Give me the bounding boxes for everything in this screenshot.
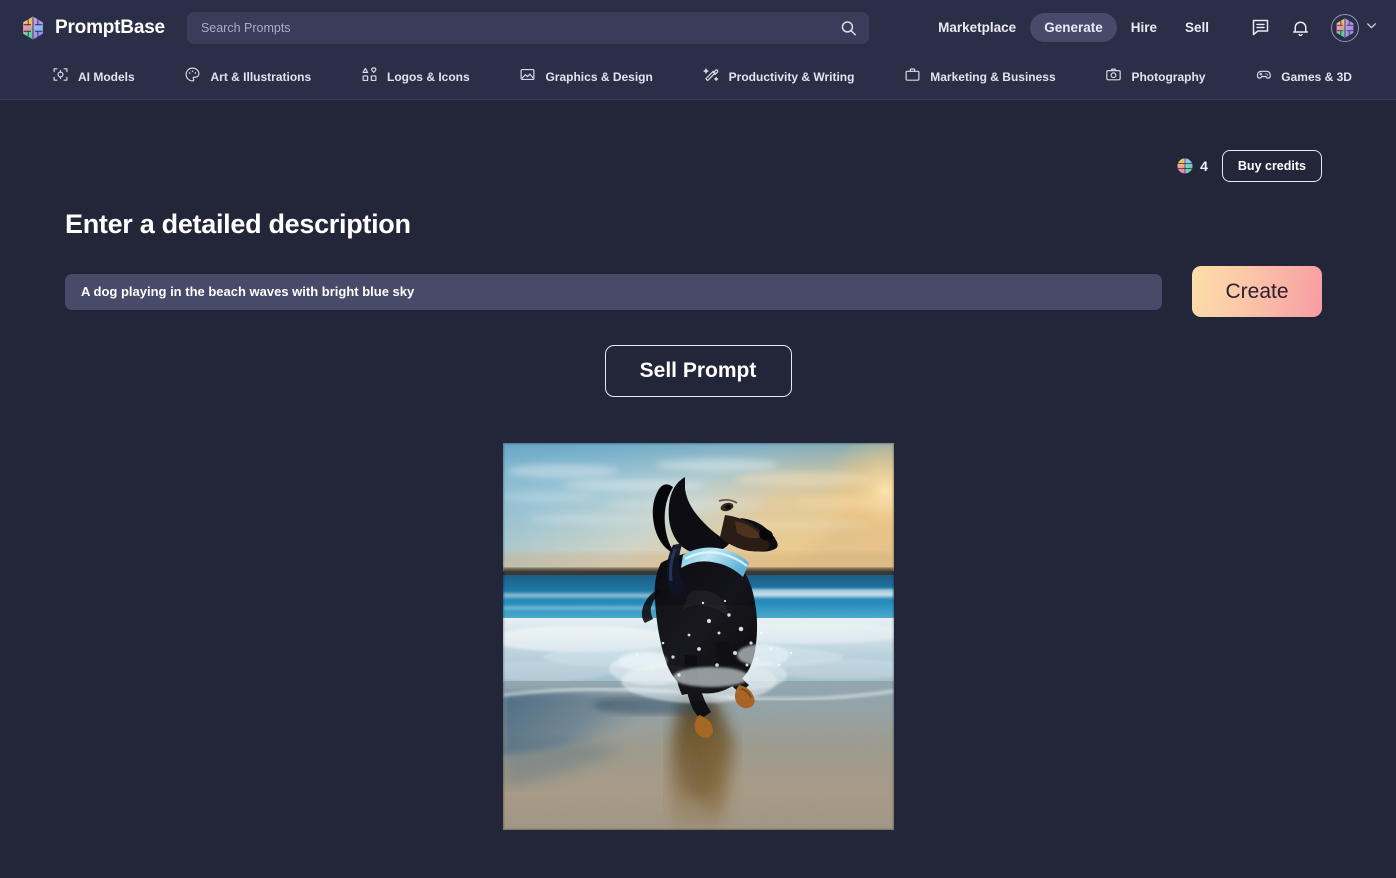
category-games-3d[interactable]: Games & 3D — [1255, 66, 1352, 88]
palette-icon — [184, 66, 201, 88]
category-logos-icons[interactable]: Logos & Icons — [361, 66, 470, 88]
ai-models-icon — [52, 66, 69, 88]
brand-name: PromptBase — [55, 17, 165, 39]
category-label: AI Models — [78, 70, 135, 84]
image-icon — [519, 66, 536, 88]
pen-sparkle-icon — [703, 66, 720, 88]
main-content: 4 Buy credits Enter a detailed descripti… — [0, 143, 1396, 830]
nav-link-generate[interactable]: Generate — [1030, 13, 1117, 42]
nav-link-sell[interactable]: Sell — [1171, 13, 1223, 42]
gamepad-icon — [1255, 66, 1272, 88]
shapes-icon — [361, 66, 378, 88]
camera-icon — [1105, 66, 1122, 88]
generated-image[interactable] — [503, 443, 894, 830]
sell-prompt-button[interactable]: Sell Prompt — [605, 345, 792, 397]
credit-coin-icon — [1177, 158, 1193, 174]
briefcase-icon — [904, 66, 921, 88]
create-button[interactable]: Create — [1192, 266, 1322, 317]
credits-balance: 4 — [1177, 158, 1208, 174]
search-input[interactable] — [187, 12, 869, 44]
credits-bar: 4 Buy credits — [0, 143, 1396, 189]
brand-home-link[interactable]: PromptBase — [20, 15, 165, 41]
category-productivity-writing[interactable]: Productivity & Writing — [703, 66, 855, 88]
avatar[interactable] — [1331, 14, 1359, 42]
category-nav: AI Models Art & Illustrations — [0, 55, 1396, 99]
site-header: PromptBase Marketplace Generate Hire Sel… — [0, 0, 1396, 100]
brain-logo-icon — [20, 15, 46, 41]
category-label: Marketing & Business — [930, 70, 1055, 84]
category-label: Photography — [1131, 70, 1205, 84]
sell-prompt-row: Sell Prompt — [0, 345, 1396, 397]
category-art-illustrations[interactable]: Art & Illustrations — [184, 66, 311, 88]
category-marketing-business[interactable]: Marketing & Business — [904, 66, 1055, 88]
chevron-down-icon[interactable] — [1365, 19, 1378, 37]
credits-count-value: 4 — [1200, 158, 1208, 174]
nav-link-hire[interactable]: Hire — [1117, 13, 1171, 42]
nav-link-marketplace[interactable]: Marketplace — [924, 13, 1030, 42]
result-image-container — [0, 443, 1396, 830]
buy-credits-button[interactable]: Buy credits — [1222, 150, 1322, 182]
search-container — [187, 12, 869, 44]
category-graphics-design[interactable]: Graphics & Design — [519, 66, 652, 88]
prompt-row: Create — [0, 266, 1396, 317]
page-title: Enter a detailed description — [65, 209, 1396, 240]
category-ai-models[interactable]: AI Models — [52, 66, 135, 88]
bell-icon[interactable] — [1285, 13, 1315, 43]
header-top-bar: PromptBase Marketplace Generate Hire Sel… — [0, 0, 1396, 55]
category-label: Logos & Icons — [387, 70, 470, 84]
category-label: Art & Illustrations — [210, 70, 311, 84]
profile-menu[interactable] — [1331, 14, 1378, 42]
prompt-description-input[interactable] — [65, 274, 1162, 310]
category-label: Productivity & Writing — [729, 70, 855, 84]
header-nav: Marketplace Generate Hire Sell — [924, 13, 1378, 43]
category-label: Games & 3D — [1281, 70, 1352, 84]
category-photography[interactable]: Photography — [1105, 66, 1205, 88]
category-label: Graphics & Design — [545, 70, 652, 84]
chat-bubble-icon[interactable] — [1245, 13, 1275, 43]
